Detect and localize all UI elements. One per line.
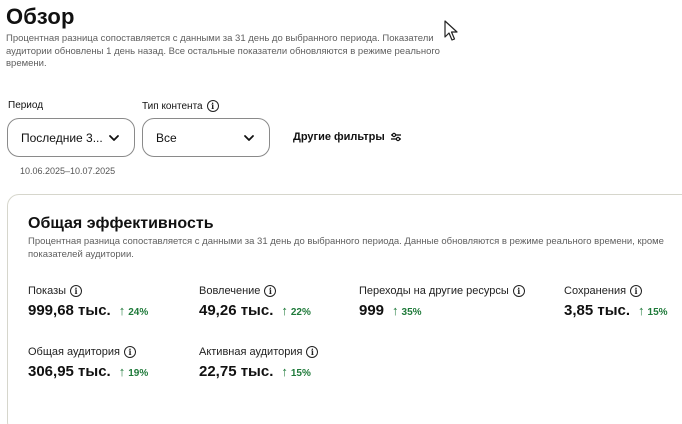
metric-value: 999 [359,302,385,319]
metric-change-value: 15% [290,368,311,379]
info-icon[interactable]: i [512,285,525,297]
overall-performance-description: Процентная разница сопоставляется с данн… [28,236,664,260]
metric-change-value: 19% [128,368,149,379]
metric-label: Вовлечение [199,285,261,297]
arrow-up-icon: ↑ [281,303,288,318]
arrow-up-icon: ↑ [281,364,288,379]
overall-performance-title: Общая эффективность [28,215,214,232]
metric-change-value: 15% [647,307,668,318]
metric-label: Сохранения [564,285,627,297]
metric-label: Активная аудитория [199,346,303,358]
content-type-select[interactable]: Все [142,118,270,157]
metric-change-value: 35% [401,307,422,318]
date-range-text: 10.06.2025–10.07.2025 [20,166,116,176]
metric-change-value: 22% [290,307,311,318]
page-description: Процентная разница сопоставляется с данн… [6,33,440,69]
metric-saves: Сохранения i 3,85 тыс. ↑ 15% [564,285,668,319]
chevron-down-icon [109,135,119,141]
metric-change: ↑ 15% [281,364,311,379]
more-filters-button[interactable]: Другие фильтры [293,131,402,143]
metric-label: Общая аудитория [28,346,120,358]
metric-engagement: Вовлечение i 49,26 тыс. ↑ 22% [199,285,311,319]
info-icon[interactable]: i [70,285,83,297]
metric-change: ↑ 24% [119,303,149,318]
metric-change: ↑ 15% [638,303,668,318]
period-select[interactable]: Последние 3... [7,118,135,157]
metric-total-audience: Общая аудитория i 306,95 тыс. ↑ 19% [28,346,148,380]
content-type-select-value: Все [156,130,177,145]
arrow-up-icon: ↑ [118,303,126,318]
metric-change: ↑ 22% [281,303,311,318]
more-filters-label: Другие фильтры [293,131,385,143]
period-select-value: Последние 3... [21,130,103,145]
metric-value: 3,85 тыс. [564,302,631,319]
sliders-icon [390,132,401,142]
metric-value: 306,95 тыс. [28,363,111,380]
metric-value: 22,75 тыс. [199,363,274,380]
info-icon[interactable]: i [123,346,136,358]
metric-outbound-clicks: Переходы на другие ресурсы i 999 ↑ 35% [359,285,525,319]
arrow-up-icon: ↑ [638,303,645,318]
metric-label: Переходы на другие ресурсы [359,285,509,297]
info-icon[interactable]: i [264,285,277,297]
info-icon[interactable]: i [206,100,219,112]
chevron-down-icon [244,135,254,141]
metric-label: Показы [28,285,67,297]
arrow-up-icon: ↑ [118,364,126,379]
mouse-cursor-icon [444,20,458,41]
metric-change-value: 24% [128,307,149,318]
metric-change: ↑ 35% [392,303,422,318]
analytics-overview-page: Обзор Процентная разница сопоставляется … [0,0,682,424]
info-icon[interactable]: i [630,285,643,297]
metric-change: ↑ 19% [119,364,149,379]
arrow-up-icon: ↑ [392,303,399,318]
metric-active-audience: Активная аудитория i 22,75 тыс. ↑ 15% [199,346,319,380]
content-type-label-text: Тип контента [142,100,203,112]
period-label-text: Период [8,100,44,111]
info-icon[interactable]: i [306,346,319,358]
metric-value: 999,68 тыс. [28,302,111,319]
page-title: Обзор [6,4,75,29]
metric-impressions: Показы i 999,68 тыс. ↑ 24% [28,285,148,319]
metric-value: 49,26 тыс. [199,302,274,319]
content-type-label: Тип контента i [142,100,219,112]
period-label: Период [8,100,43,111]
